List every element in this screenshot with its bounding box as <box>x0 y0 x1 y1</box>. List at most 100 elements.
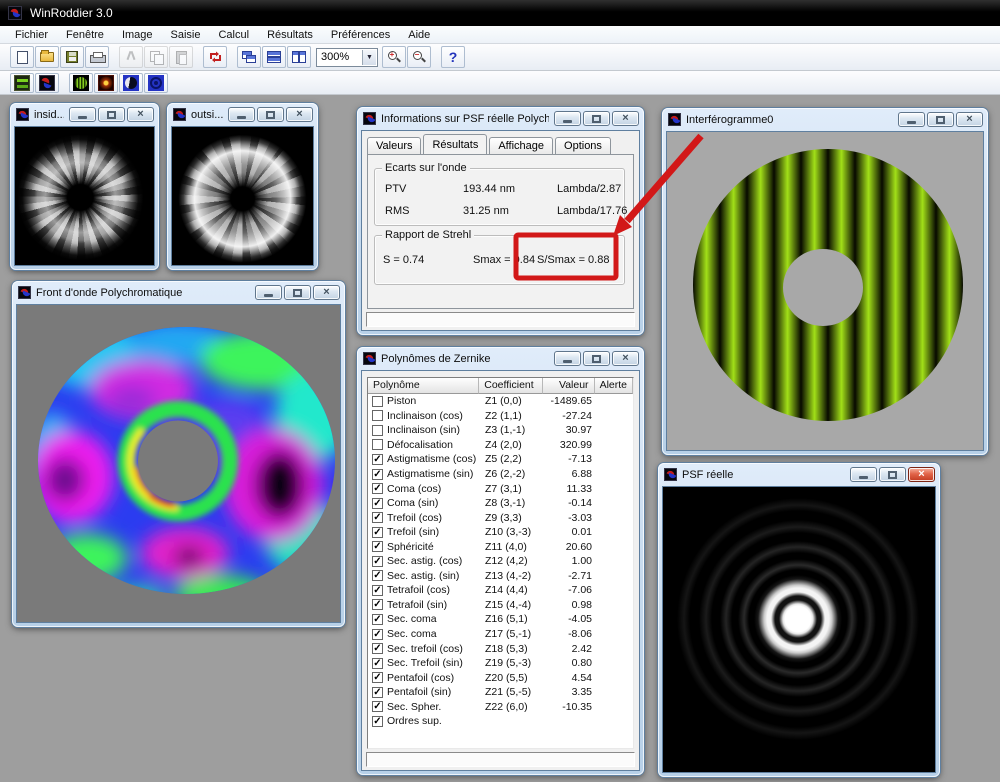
column-header-valeur[interactable]: Valeur <box>543 378 595 394</box>
zernike-table: Polynôme Coefficient Valeur Alerte Pisto… <box>367 377 634 749</box>
minimize-button[interactable] <box>850 467 877 482</box>
wavefront-tool-button[interactable] <box>119 73 143 93</box>
zoom-in-button[interactable]: + <box>382 46 406 68</box>
maximize-button[interactable] <box>927 112 954 127</box>
zernike-checkbox[interactable]: ✓ <box>372 701 383 712</box>
tile-horizontal-button[interactable] <box>262 46 286 68</box>
minimize-button[interactable] <box>69 107 96 122</box>
tab-resultats[interactable]: Résultats <box>423 134 487 154</box>
zernike-checkbox[interactable]: ✓ <box>372 672 383 683</box>
zernike-checkbox[interactable] <box>372 410 383 421</box>
maximize-button[interactable] <box>257 107 284 122</box>
zernike-checkbox[interactable]: ✓ <box>372 658 383 669</box>
zernike-row: ✓Coma (cos)Z7 (3,1)11.33 <box>368 481 633 496</box>
window-wavefront-titlebar[interactable]: Front d'onde Polychromatique × <box>12 281 345 304</box>
zernike-checkbox[interactable]: ✓ <box>372 716 383 727</box>
zernike-rows: PistonZ1 (0,0)-1489.65Inclinaison (cos)Z… <box>368 394 633 729</box>
menu-item-saisie[interactable]: Saisie <box>162 27 210 43</box>
zernike-checkbox[interactable] <box>372 425 383 436</box>
close-button[interactable]: × <box>612 111 639 126</box>
window-zernike: Polynômes de Zernike × Polynôme Coeffici… <box>357 347 644 775</box>
close-icon: × <box>622 353 628 364</box>
minimize-button[interactable] <box>554 111 581 126</box>
zernike-checkbox[interactable]: ✓ <box>372 629 383 640</box>
window-zernike-titlebar[interactable]: Polynômes de Zernike × <box>357 347 644 370</box>
menu-item-preferences[interactable]: Préférences <box>322 27 399 43</box>
close-button[interactable]: × <box>612 351 639 366</box>
psf-tool-button[interactable] <box>94 73 118 93</box>
refresh-button[interactable] <box>203 46 227 68</box>
close-button[interactable]: × <box>313 285 340 300</box>
zernike-checkbox[interactable]: ✓ <box>372 454 383 465</box>
zernike-checkbox[interactable]: ✓ <box>372 643 383 654</box>
minimize-button[interactable] <box>255 285 282 300</box>
minimize-button[interactable] <box>554 351 581 366</box>
cut-button[interactable] <box>119 46 143 68</box>
save-button[interactable] <box>60 46 84 68</box>
window-interferogram-titlebar[interactable]: Interférogramme0 × <box>662 108 988 131</box>
paste-button[interactable] <box>169 46 193 68</box>
column-header-coefficient[interactable]: Coefficient <box>479 378 543 394</box>
zoom-level-combobox[interactable]: 300% ▼ <box>316 48 378 67</box>
combo-dropdown-button[interactable]: ▼ <box>362 50 376 65</box>
zernike-coefficient-cell: Z17 (5,-1) <box>480 628 544 640</box>
zernike-checkbox[interactable]: ✓ <box>372 599 383 610</box>
roddier-measure-button[interactable] <box>10 73 34 93</box>
maximize-button[interactable] <box>879 467 906 482</box>
menu-item-calcul[interactable]: Calcul <box>209 27 258 43</box>
close-button[interactable]: × <box>908 467 935 482</box>
zernike-checkbox[interactable]: ✓ <box>372 512 383 523</box>
interferogram-tool-button[interactable] <box>69 73 93 93</box>
column-header-alerte[interactable]: Alerte <box>595 378 633 394</box>
zernike-checkbox[interactable]: ✓ <box>372 556 383 567</box>
menu-item-image[interactable]: Image <box>113 27 162 43</box>
window-inside-titlebar[interactable]: insid... × <box>10 103 159 126</box>
zernike-term-label: Ordres sup. <box>387 715 442 727</box>
zernike-checkbox[interactable] <box>372 396 383 407</box>
cascade-windows-button[interactable] <box>237 46 261 68</box>
help-button[interactable]: ? <box>441 46 465 68</box>
zoom-out-button[interactable]: − <box>407 46 431 68</box>
maximize-button[interactable] <box>583 111 610 126</box>
tile-vertical-button[interactable] <box>287 46 311 68</box>
maximize-button[interactable] <box>284 285 311 300</box>
close-button[interactable]: × <box>286 107 313 122</box>
app-title-bar[interactable]: WinRoddier 3.0 <box>0 0 1000 26</box>
zernike-checkbox[interactable]: ✓ <box>372 570 383 581</box>
zernike-checkbox[interactable]: ✓ <box>372 585 383 596</box>
zernike-checkbox[interactable]: ✓ <box>372 687 383 698</box>
close-button[interactable]: × <box>956 112 983 127</box>
tab-options[interactable]: Options <box>555 137 611 154</box>
tab-valeurs[interactable]: Valeurs <box>367 137 421 154</box>
print-button[interactable] <box>85 46 109 68</box>
zernike-checkbox[interactable]: ✓ <box>372 483 383 494</box>
zernike-checkbox[interactable]: ✓ <box>372 527 383 538</box>
window-psf-titlebar[interactable]: PSF réelle × <box>658 463 940 486</box>
maximize-button[interactable] <box>583 351 610 366</box>
menu-item-aide[interactable]: Aide <box>399 27 439 43</box>
menu-item-fenetre[interactable]: Fenêtre <box>57 27 113 43</box>
copy-button[interactable] <box>144 46 168 68</box>
winroddier-logo-button[interactable] <box>35 73 59 93</box>
menu-item-fichier[interactable]: Fichier <box>6 27 57 43</box>
close-button[interactable]: × <box>127 107 154 122</box>
window-info-titlebar[interactable]: Informations sur PSF réelle Polychro... … <box>357 107 644 130</box>
menu-item-resultats[interactable]: Résultats <box>258 27 322 43</box>
minimize-button[interactable] <box>228 107 255 122</box>
zernike-coefficient-cell: Z6 (2,-2) <box>480 468 544 480</box>
window-outside-titlebar[interactable]: outsi... × <box>167 103 318 126</box>
zernike-checkbox[interactable] <box>372 439 383 450</box>
zernike-row: ✓Sec. Trefoil (sin)Z19 (5,-3)0.80 <box>368 656 633 671</box>
column-header-polynome[interactable]: Polynôme <box>368 378 479 394</box>
zernike-checkbox[interactable]: ✓ <box>372 469 383 480</box>
zernike-checkbox[interactable]: ✓ <box>372 498 383 509</box>
synthetic-psf-tool-button[interactable] <box>144 73 168 93</box>
minimize-button[interactable] <box>898 112 925 127</box>
zernike-checkbox[interactable]: ✓ <box>372 614 383 625</box>
new-file-button[interactable] <box>10 46 34 68</box>
tab-affichage[interactable]: Affichage <box>489 137 553 154</box>
open-file-button[interactable] <box>35 46 59 68</box>
zernike-value-cell: 30.97 <box>544 424 596 436</box>
maximize-button[interactable] <box>98 107 125 122</box>
zernike-checkbox[interactable]: ✓ <box>372 541 383 552</box>
